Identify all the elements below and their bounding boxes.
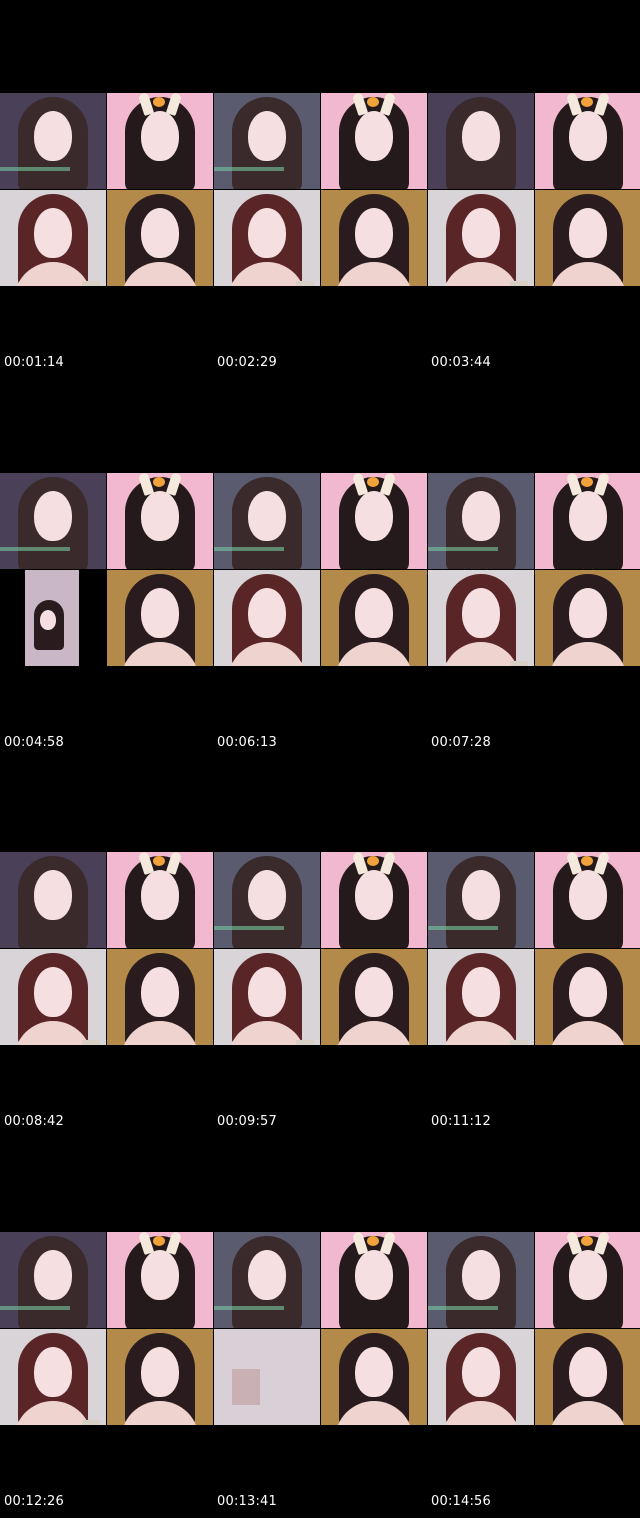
- video-thumbnail-vertical[interactable]: [0, 570, 106, 666]
- video-thumbnail[interactable]: [535, 473, 640, 569]
- video-thumbnail[interactable]: [428, 93, 534, 189]
- video-thumbnail[interactable]: [107, 93, 213, 189]
- video-thumbnail[interactable]: [107, 570, 213, 666]
- timestamp-row: 00:04:58 00:06:13 00:07:28: [0, 735, 640, 755]
- timestamp-label: 00:14:56: [431, 1494, 491, 1509]
- thumbnail-grid: [0, 93, 640, 287]
- video-thumbnail[interactable]: [321, 473, 427, 569]
- video-thumbnail[interactable]: [428, 1232, 534, 1328]
- video-thumbnail[interactable]: [214, 1329, 320, 1425]
- video-thumbnail[interactable]: [214, 190, 320, 286]
- video-thumbnail[interactable]: [321, 190, 427, 286]
- thumbnail-grid: [0, 852, 640, 1046]
- timestamp-row: 00:08:42 00:09:57 00:11:12: [0, 1114, 640, 1134]
- video-thumbnail[interactable]: [321, 570, 427, 666]
- video-thumbnail[interactable]: [214, 473, 320, 569]
- timestamp-label: 00:06:13: [217, 735, 277, 750]
- video-thumbnail[interactable]: [0, 1329, 106, 1425]
- video-thumbnail[interactable]: [535, 190, 640, 286]
- timestamp-label: 00:07:28: [431, 735, 491, 750]
- timestamp-label: 00:09:57: [217, 1114, 277, 1129]
- video-thumbnail[interactable]: [214, 93, 320, 189]
- video-thumbnail[interactable]: [0, 190, 106, 286]
- timestamp-label: 00:12:26: [4, 1494, 64, 1509]
- video-thumbnail[interactable]: [107, 1329, 213, 1425]
- timestamp-label: 00:03:44: [431, 355, 491, 370]
- video-thumbnail[interactable]: [0, 1232, 106, 1328]
- video-thumbnail[interactable]: [214, 1232, 320, 1328]
- video-thumbnail[interactable]: [535, 93, 640, 189]
- video-thumbnail[interactable]: [535, 949, 640, 1045]
- video-thumbnail[interactable]: [321, 1329, 427, 1425]
- video-thumbnail[interactable]: [214, 852, 320, 948]
- timestamp-label: 00:13:41: [217, 1494, 277, 1509]
- timestamp-label: 00:01:14: [4, 355, 64, 370]
- video-thumbnail[interactable]: [535, 570, 640, 666]
- video-thumbnail[interactable]: [214, 570, 320, 666]
- video-thumbnail[interactable]: [107, 852, 213, 948]
- video-thumbnail[interactable]: [0, 949, 106, 1045]
- video-thumbnail[interactable]: [321, 1232, 427, 1328]
- video-thumbnail[interactable]: [0, 93, 106, 189]
- video-thumbnail[interactable]: [321, 93, 427, 189]
- video-thumbnail[interactable]: [214, 949, 320, 1045]
- video-thumbnail[interactable]: [321, 949, 427, 1045]
- video-thumbnail[interactable]: [107, 949, 213, 1045]
- timestamp-label: 00:08:42: [4, 1114, 64, 1129]
- video-thumbnail[interactable]: [107, 473, 213, 569]
- timestamp-row: 00:01:14 00:02:29 00:03:44: [0, 355, 640, 375]
- timestamp-label: 00:11:12: [431, 1114, 491, 1129]
- video-thumbnail[interactable]: [321, 852, 427, 948]
- video-thumbnail[interactable]: [428, 473, 534, 569]
- thumbnail-grid: [0, 473, 640, 667]
- video-thumbnail[interactable]: [428, 190, 534, 286]
- video-thumbnail[interactable]: [428, 1329, 534, 1425]
- timestamp-label: 00:02:29: [217, 355, 277, 370]
- video-thumbnail[interactable]: [107, 190, 213, 286]
- timestamp-row: 00:12:26 00:13:41 00:14:56: [0, 1494, 640, 1514]
- video-thumbnail[interactable]: [0, 852, 106, 948]
- video-thumbnail[interactable]: [535, 1329, 640, 1425]
- video-thumbnail[interactable]: [535, 852, 640, 948]
- video-thumbnail[interactable]: [0, 473, 106, 569]
- video-thumbnail[interactable]: [428, 570, 534, 666]
- video-thumbnail[interactable]: [428, 949, 534, 1045]
- video-thumbnail[interactable]: [535, 1232, 640, 1328]
- video-thumbnail[interactable]: [428, 852, 534, 948]
- thumbnail-grid: [0, 1232, 640, 1426]
- video-thumbnail[interactable]: [107, 1232, 213, 1328]
- timestamp-label: 00:04:58: [4, 735, 64, 750]
